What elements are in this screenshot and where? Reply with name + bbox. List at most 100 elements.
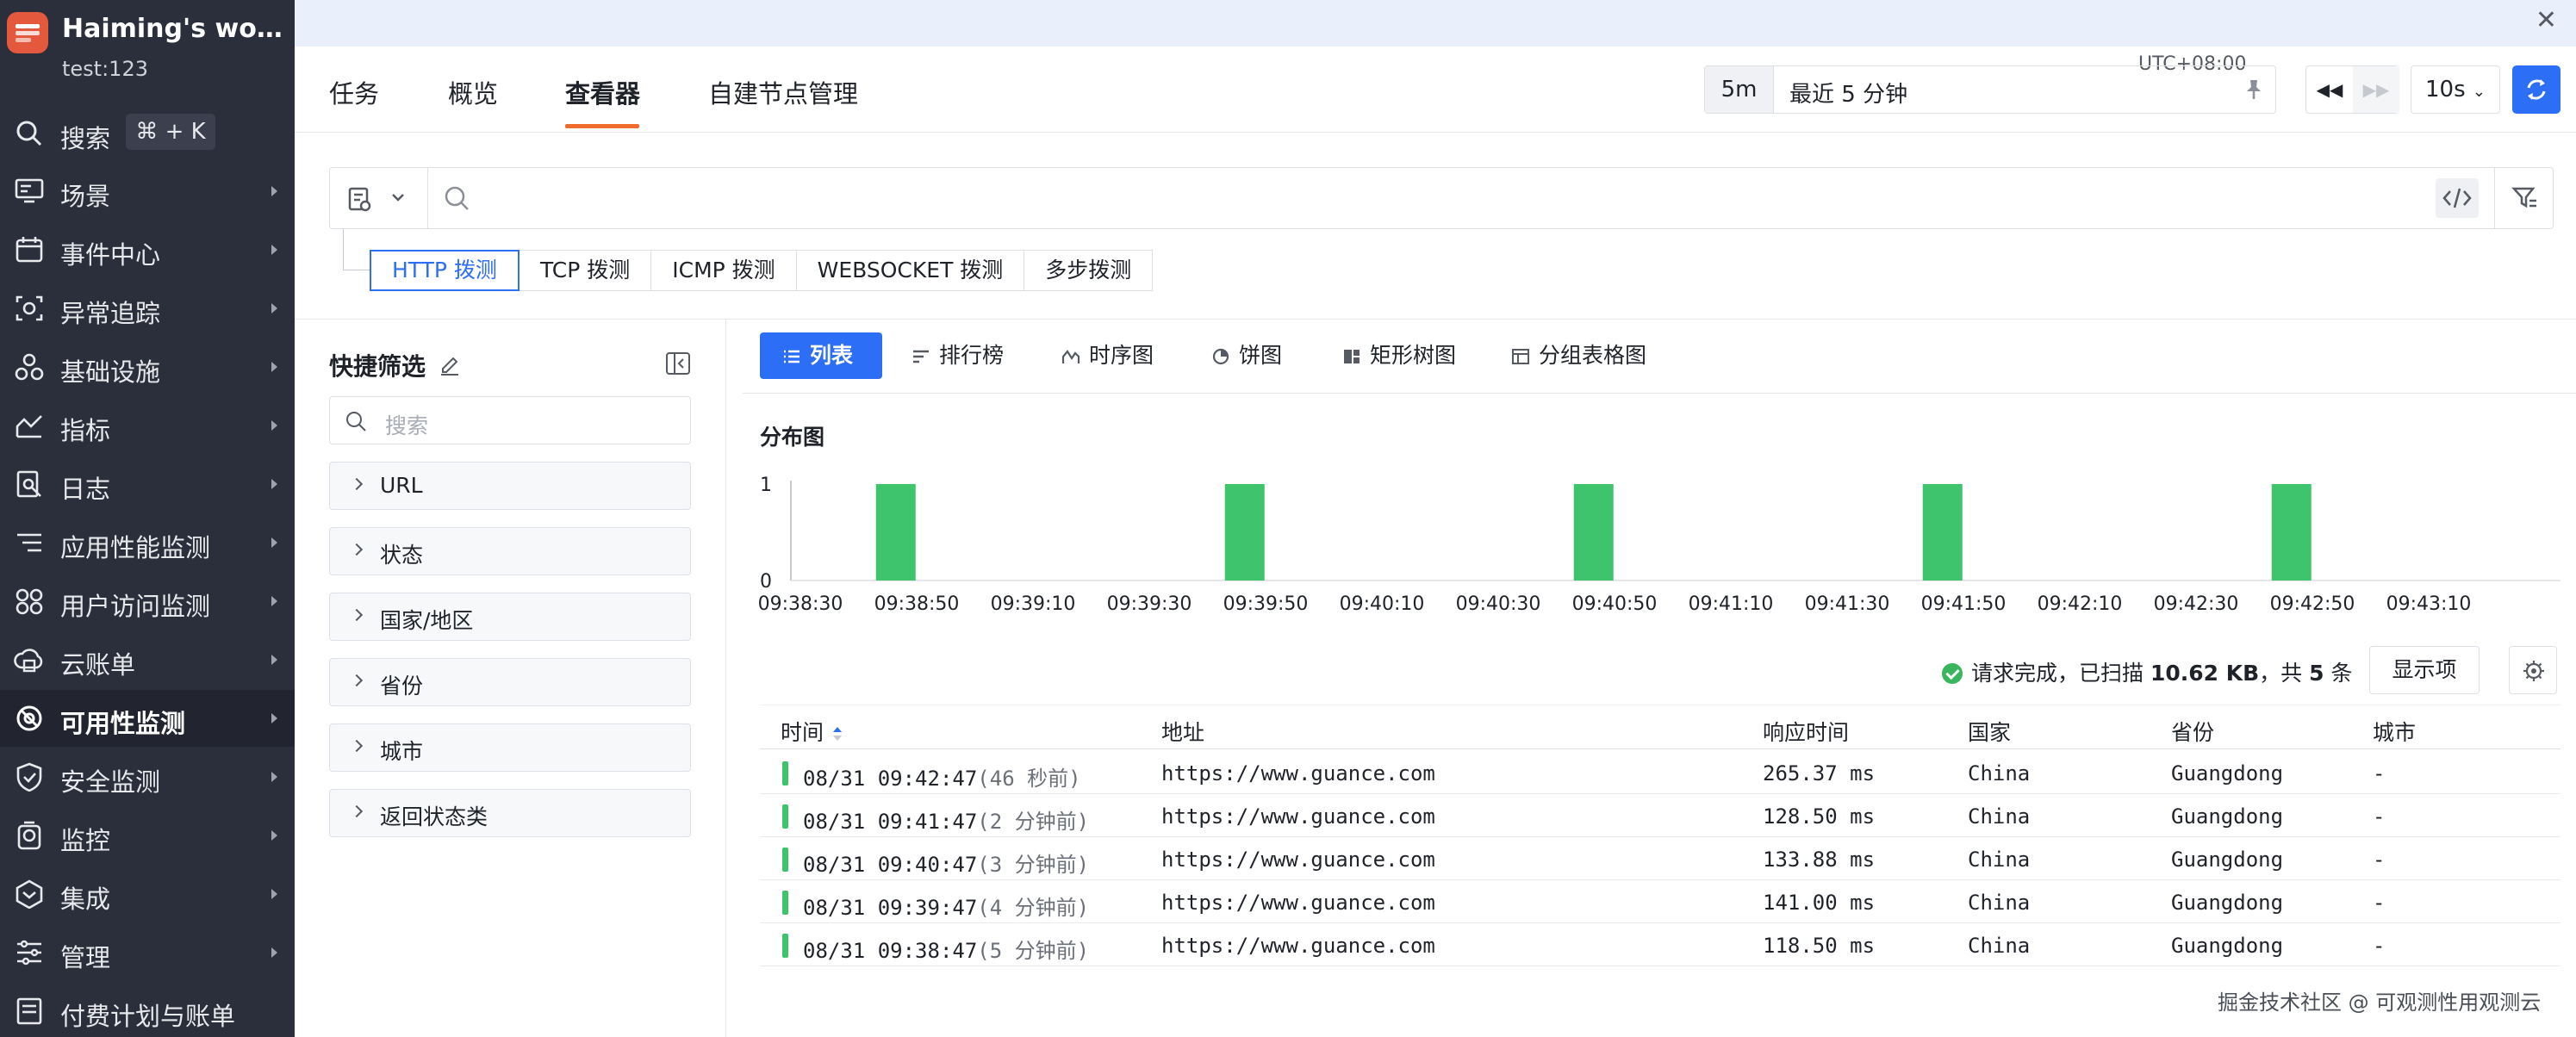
sidebar-item-apm[interactable]: 应用性能监测: [0, 514, 295, 571]
distribution-chart: 0 1 09:38:30 09:38:50 09:39:10 09:39:30 09:39:…: [743, 462, 2560, 625]
sidebar-search[interactable]: 搜索 ⌘ + K: [0, 105, 295, 162]
time-value: 08/31 09:39:47: [803, 896, 978, 920]
probe-tab-http[interactable]: HTTP 拨测: [370, 250, 520, 291]
view-tab-list[interactable]: 列表: [760, 332, 882, 379]
probe-tab-icmp[interactable]: ICMP 拨测: [650, 250, 797, 291]
probe-type-tabs: HTTP 拨测 TCP 拨测 ICMP 拨测 WEBSOCKET 拨测 多步拨测: [370, 250, 1154, 291]
sidebar-item-security-monitoring[interactable]: 安全监测: [0, 748, 295, 805]
x-tick-label: 09:40:30: [1456, 593, 1541, 615]
col-header-province[interactable]: 省份: [2171, 716, 2214, 747]
pin-icon[interactable]: [2241, 77, 2267, 102]
datasource-select[interactable]: [330, 168, 428, 228]
tab-overview[interactable]: 概览: [448, 74, 498, 110]
filter-button[interactable]: [2494, 168, 2554, 228]
sidebar-item-management[interactable]: 管理: [0, 924, 295, 981]
sidebar-item-logs[interactable]: 日志: [0, 456, 295, 512]
col-header-country[interactable]: 国家: [1968, 716, 2011, 747]
step-forward-icon[interactable]: ▶▶: [2353, 66, 2399, 113]
status-marker: [782, 934, 788, 958]
facet-status[interactable]: 状态: [329, 527, 691, 575]
table-row[interactable]: 08/31 09:38:47(5 分钟前) https://www.guance.…: [760, 923, 2560, 966]
query-bar[interactable]: [329, 167, 2554, 229]
cell-country: China: [1968, 848, 2031, 872]
cell-province: Guangdong: [2171, 804, 2284, 829]
show-columns-button[interactable]: 显示项: [2369, 646, 2480, 694]
facet-status-class[interactable]: 返回状态类: [329, 789, 691, 837]
time-value: 08/31 09:40:47: [803, 853, 978, 877]
collapse-panel-icon[interactable]: [665, 351, 691, 376]
view-tab-timeseries[interactable]: 时序图: [1061, 332, 1154, 379]
tab-explorer[interactable]: 查看器: [565, 74, 640, 110]
chevron-right-icon: [271, 420, 277, 431]
chevron-right-icon: [350, 608, 364, 622]
tab-self-hosted-nodes[interactable]: 自建节点管理: [708, 74, 858, 110]
view-tab-pie[interactable]: 饼图: [1211, 332, 1282, 379]
table-row[interactable]: 08/31 09:39:47(4 分钟前) https://www.guance.…: [760, 880, 2560, 923]
time-range-picker[interactable]: 5m 最近 5 分钟: [1704, 65, 2276, 114]
sidebar-item-label: 安全监测: [60, 767, 161, 797]
table-row[interactable]: 08/31 09:40:47(3 分钟前) https://www.guance.…: [760, 837, 2560, 880]
col-header-url[interactable]: 地址: [1161, 716, 1204, 747]
edit-icon[interactable]: [436, 350, 464, 377]
sidebar-item-rum[interactable]: 用户访问监测: [0, 573, 295, 630]
code-mode-button[interactable]: [2436, 178, 2479, 218]
sidebar-item-integrations[interactable]: 集成: [0, 866, 295, 922]
view-tab-treemap[interactable]: 矩形树图: [1342, 332, 1456, 379]
col-header-response-time[interactable]: 响应时间: [1763, 716, 1849, 747]
sidebar-item-event-center[interactable]: 事件中心: [0, 221, 295, 278]
cell-city: -: [2373, 891, 2386, 915]
treemap-icon: [1344, 350, 1360, 363]
chevron-down-icon: [392, 194, 404, 202]
facet-province[interactable]: 省份: [329, 658, 691, 706]
sidebar-item-infrastructure[interactable]: 基础设施: [0, 338, 295, 395]
sidebar-item-exception-tracking[interactable]: 异常追踪: [0, 280, 295, 337]
time-value: 08/31 09:41:47: [803, 810, 978, 834]
probe-tab-multistep[interactable]: 多步拨测: [1024, 250, 1154, 291]
sidebar-item-metrics[interactable]: 指标: [0, 397, 295, 454]
chart-title: 分布图: [760, 425, 825, 450]
x-tick-label: 09:41:30: [1805, 593, 1890, 615]
security-icon: [16, 762, 42, 792]
view-tab-label: 排行榜: [939, 343, 1005, 368]
probe-tab-tcp[interactable]: TCP 拨测: [518, 250, 652, 291]
rum-icon: [16, 588, 43, 615]
cell-province: Guangdong: [2171, 934, 2284, 958]
sidebar-item-monitoring[interactable]: 监控: [0, 807, 295, 864]
probe-tab-websocket[interactable]: WEBSOCKET 拨测: [795, 250, 1025, 291]
sidebar-item-label: 云账单: [60, 650, 136, 680]
search-placeholder: 搜索: [385, 413, 429, 438]
table-row[interactable]: 08/31 09:41:47(2 分钟前) https://www.guance.…: [760, 794, 2560, 837]
tab-tasks[interactable]: 任务: [329, 74, 379, 110]
table-settings-button[interactable]: [2509, 646, 2557, 694]
sidebar-item-cloud-billing[interactable]: 云账单: [0, 631, 295, 688]
col-header-city[interactable]: 城市: [2373, 716, 2416, 747]
infrastructure-icon: [15, 353, 44, 381]
cell-url: https://www.guance.com: [1161, 804, 1435, 829]
step-back-icon[interactable]: ◀◀: [2306, 66, 2353, 113]
close-icon[interactable]: ✕: [2536, 5, 2557, 35]
divider: [295, 319, 2576, 320]
cell-province: Guangdong: [2171, 891, 2284, 915]
sidebar-item-billing-plan[interactable]: 付费计划与账单: [0, 983, 295, 1037]
table-row[interactable]: 08/31 09:42:47(46 秒前) https://www.guance.…: [760, 751, 2560, 794]
management-icon: [17, 940, 41, 966]
col-header-time[interactable]: 时间: [781, 716, 844, 747]
time-value: 08/31 09:38:47: [803, 939, 978, 963]
sidebar-item-scenes[interactable]: 场景: [0, 163, 295, 220]
quick-filter-search-input[interactable]: 搜索: [329, 396, 691, 444]
sort-icon[interactable]: [831, 724, 844, 743]
workspace-switcher[interactable]: Haiming's work... test:123: [0, 0, 295, 96]
view-tab-group-table[interactable]: 分组表格图: [1511, 332, 1646, 379]
facet-country[interactable]: 国家/地区: [329, 593, 691, 641]
facet-city[interactable]: 城市: [329, 723, 691, 772]
cell-city: -: [2373, 848, 2386, 872]
refresh-button[interactable]: [2512, 65, 2560, 114]
facet-url[interactable]: URL: [329, 462, 691, 510]
refresh-interval-select[interactable]: 10s ⌄: [2411, 65, 2500, 114]
relative-time: (3 分钟前): [977, 853, 1090, 877]
time-short-label[interactable]: 5m: [1705, 66, 1774, 113]
view-tab-ranking[interactable]: 排行榜: [912, 332, 1004, 379]
sidebar-item-synthetic-monitoring[interactable]: 可用性监测: [0, 690, 295, 747]
time-step-buttons: ◀◀ ▶▶: [2305, 65, 2399, 114]
x-tick-label: 09:39:10: [991, 593, 1076, 615]
